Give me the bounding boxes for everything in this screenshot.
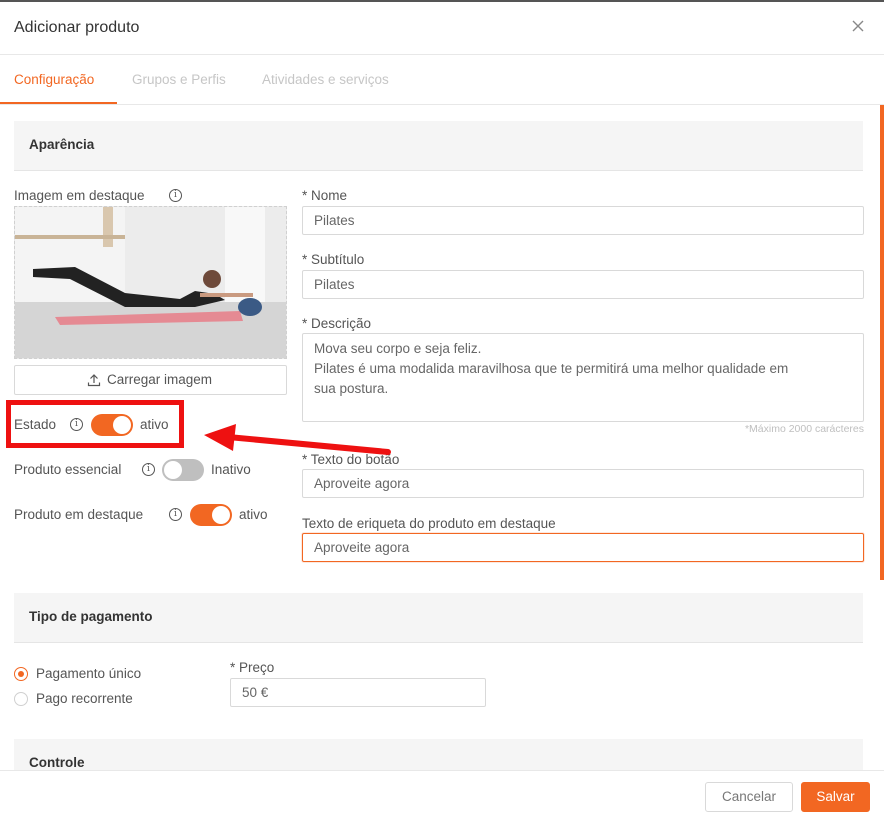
tab-atividades-e-servicos[interactable]: Atividades e serviços [262, 72, 389, 87]
section-title-appearance: Aparência [29, 137, 95, 152]
pilates-photo [15, 207, 286, 358]
section-title-payment: Tipo de pagamento [29, 609, 153, 624]
info-icon[interactable]: i [169, 508, 182, 521]
section-title-control: Controle [29, 755, 85, 770]
section-header-appearance: Aparência [14, 121, 863, 171]
subtitle-label: * Subtítulo [302, 252, 365, 267]
save-button[interactable]: Salvar [801, 782, 870, 812]
annotation-highlight-box [6, 400, 184, 448]
info-icon[interactable]: i [142, 463, 155, 476]
featured-product-toggle[interactable] [190, 504, 232, 526]
upload-icon [87, 374, 101, 387]
name-input[interactable]: Pilates [302, 206, 864, 235]
description-char-limit: *Máximo 2000 carácteres [744, 423, 864, 435]
scrollbar[interactable] [880, 105, 884, 580]
section-header-control: Controle [14, 739, 863, 770]
annotation-arrow [204, 424, 391, 455]
active-tab-indicator [0, 102, 117, 104]
radio-single-payment[interactable] [14, 667, 28, 681]
tab-bar: Configuração Grupos e Perfis Atividades … [0, 55, 884, 105]
close-icon[interactable] [850, 18, 866, 34]
modal-footer: Cancelar Salvar [0, 770, 884, 817]
single-payment-label: Pagamento único [36, 666, 142, 681]
section-header-payment: Tipo de pagamento [14, 593, 863, 643]
tab-grupos-e-perfis[interactable]: Grupos e Perfis [132, 72, 226, 87]
description-line: Mova seu corpo e seja feliz. [314, 341, 482, 356]
price-label: * Preço [230, 660, 275, 675]
toggle-knob [164, 461, 182, 479]
cancel-button[interactable]: Cancelar [705, 782, 793, 812]
essential-product-state-label: Inativo [211, 462, 251, 477]
tag-text-input[interactable]: Aproveite agora [302, 533, 864, 562]
radio-recurring-payment[interactable] [14, 692, 28, 706]
upload-image-label: Carregar imagem [107, 372, 213, 387]
modal-header: Adicionar produto [0, 4, 884, 55]
info-icon[interactable]: i [169, 189, 182, 202]
featured-product-state-label: ativo [239, 507, 268, 522]
tag-text-label: Texto de eriqueta do produto em destaque [302, 516, 556, 531]
recurring-payment-label: Pago recorrente [36, 691, 133, 706]
featured-image-label: Imagem em destaque [14, 188, 145, 203]
description-line: sua postura. [314, 381, 389, 396]
name-label: * Nome [302, 188, 348, 203]
add-product-modal: Adicionar produto Configuração Grupos e … [0, 0, 884, 817]
toggle-knob [212, 506, 230, 524]
description-textarea[interactable]: Mova seu corpo e seja feliz. Pilates é u… [302, 333, 864, 422]
tab-configuracao[interactable]: Configuração [14, 72, 94, 87]
price-input[interactable]: 50 € [230, 678, 486, 707]
modal-title: Adicionar produto [14, 19, 140, 36]
featured-product-label: Produto em destaque [14, 507, 144, 522]
subtitle-input[interactable]: Pilates [302, 270, 864, 299]
featured-image [14, 206, 287, 359]
description-line: Pilates é uma modalida maravilhosa que t… [314, 361, 789, 376]
upload-image-button[interactable]: Carregar imagem [14, 365, 287, 395]
essential-product-label: Produto essencial [14, 462, 122, 477]
button-text-input[interactable]: Aproveite agora [302, 469, 864, 498]
description-label: * Descrição [302, 316, 372, 331]
essential-product-toggle[interactable] [162, 459, 204, 481]
